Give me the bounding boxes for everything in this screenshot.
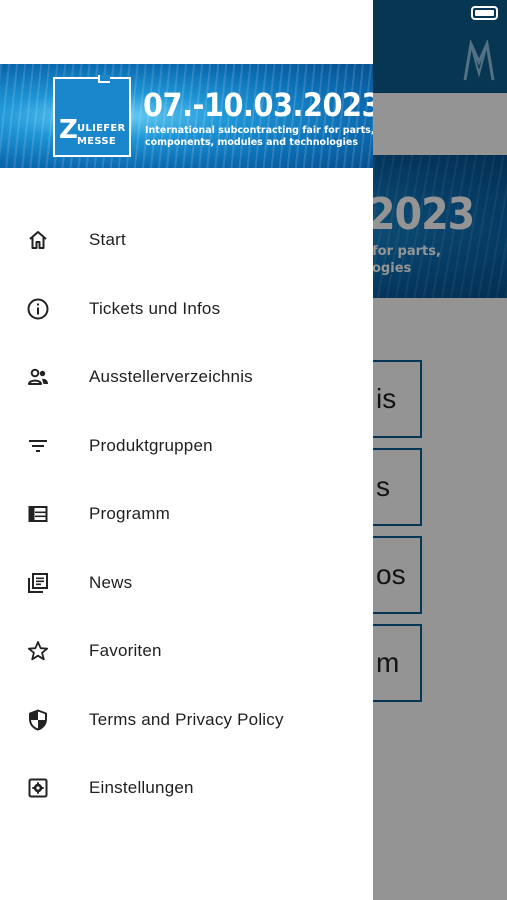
drawer-menu: Start Tickets und Infos Ausstellerverzei… [0,206,373,823]
list-table-icon [26,502,50,526]
star-icon [26,639,50,663]
battery-icon [471,6,498,20]
people-icon [26,365,50,389]
menu-item-label: Einstellungen [89,778,194,798]
news-icon [26,571,50,595]
menu-item-label: Tickets und Infos [89,298,221,318]
shield-icon [26,708,50,732]
menu-item-tickets[interactable]: Tickets und Infos [0,275,373,344]
menu-item-label: News [89,572,133,592]
menu-item-news[interactable]: News [0,549,373,618]
info-icon [26,297,50,321]
menu-item-label: Terms and Privacy Policy [89,709,284,729]
menu-item-start[interactable]: Start [0,206,373,275]
menu-item-label: Start [89,230,126,250]
navigation-drawer: Z ULIEFER MESSE 07.-10.03.2023 Internati… [0,0,373,900]
menu-item-product-groups[interactable]: Produktgruppen [0,412,373,481]
screen: 2023 for parts, ogies is s os m Z ULIEFE… [0,0,507,900]
menu-item-label: Favoriten [89,641,162,661]
home-icon [26,228,50,252]
menu-item-favorites[interactable]: Favoriten [0,617,373,686]
menu-item-terms-privacy[interactable]: Terms and Privacy Policy [0,686,373,755]
menu-item-label: Programm [89,504,170,524]
menu-item-exhibitors[interactable]: Ausstellerverzeichnis [0,343,373,412]
menu-item-label: Ausstellerverzeichnis [89,367,253,387]
drawer-header-banner: Z ULIEFER MESSE 07.-10.03.2023 Internati… [0,64,373,168]
zuliefermesse-logo: Z ULIEFER MESSE [53,77,131,157]
menu-item-settings[interactable]: Einstellungen [0,754,373,823]
menu-item-label: Produktgruppen [89,435,213,455]
settings-icon [26,776,50,800]
event-dates: 07.-10.03.2023 [143,86,373,124]
event-subtitle: International subcontracting fair for pa… [145,125,373,148]
filter-icon [26,434,50,458]
menu-item-programm[interactable]: Programm [0,480,373,549]
